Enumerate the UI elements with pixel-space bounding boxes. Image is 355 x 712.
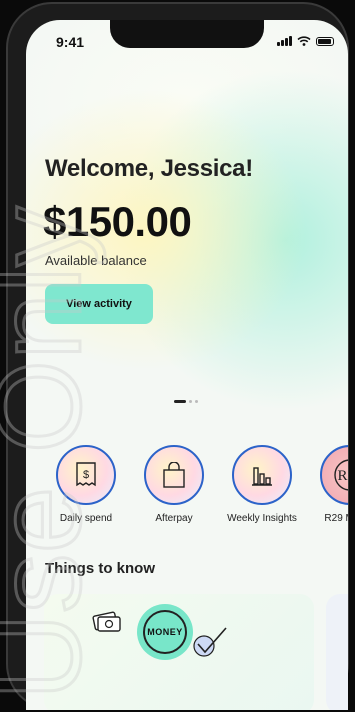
quick-link-label: Weekly Insights — [227, 513, 297, 524]
bar-chart-icon — [252, 467, 272, 486]
section-title: Things to know — [45, 560, 155, 577]
phone-frame: 9:41 Welcome, Jessica! $150.00 Available… — [6, 2, 349, 710]
balance-amount: $150.00 — [43, 198, 192, 245]
quick-link-label: Daily spend — [59, 513, 113, 524]
view-activity-button[interactable]: View activity — [45, 284, 153, 324]
notch — [110, 20, 264, 48]
r29-logo-icon: R29 — [334, 459, 348, 491]
daily-spend-circle[interactable]: $ — [56, 445, 116, 505]
money-badge: MONEY — [137, 604, 193, 660]
r29-money-circle[interactable]: R29 — [320, 445, 348, 505]
quick-link-label: Afterpay — [155, 513, 193, 524]
info-card-next[interactable] — [326, 594, 348, 710]
balance-label: Available balance — [45, 253, 147, 268]
quick-link-afterpay[interactable]: Afterpay — [130, 445, 218, 524]
quick-link-label: R29 Money — [324, 513, 348, 524]
shopping-bag-icon — [163, 462, 185, 488]
quick-links: $ Daily spend Afterpay Weekly Insights R… — [42, 445, 348, 524]
cash-icon — [92, 611, 121, 632]
weekly-insights-circle[interactable] — [232, 445, 292, 505]
quick-link-r29-money[interactable]: R29 R29 Money — [306, 445, 348, 524]
money-badge-text: MONEY — [143, 610, 187, 654]
status-time: 9:41 — [56, 34, 85, 50]
quick-link-weekly-insights[interactable]: Weekly Insights — [218, 445, 306, 524]
status-icons — [277, 36, 334, 46]
wifi-icon — [297, 36, 311, 46]
receipt-dollar-icon: $ — [76, 462, 96, 487]
afterpay-circle[interactable] — [144, 445, 204, 505]
carousel-dot[interactable] — [189, 400, 192, 403]
carousel-dot-active[interactable] — [174, 400, 186, 403]
greeting: Welcome, Jessica! — [45, 155, 253, 182]
quick-link-daily-spend[interactable]: $ Daily spend — [42, 445, 130, 524]
check-icon — [193, 627, 227, 657]
svg-text:$: $ — [83, 469, 89, 481]
carousel-indicator[interactable] — [174, 400, 198, 403]
signal-icon — [277, 36, 292, 46]
svg-text:R29: R29 — [337, 468, 348, 484]
battery-icon — [316, 36, 334, 46]
carousel-dot[interactable] — [195, 400, 198, 403]
app-screen: 9:41 Welcome, Jessica! $150.00 Available… — [26, 20, 348, 710]
